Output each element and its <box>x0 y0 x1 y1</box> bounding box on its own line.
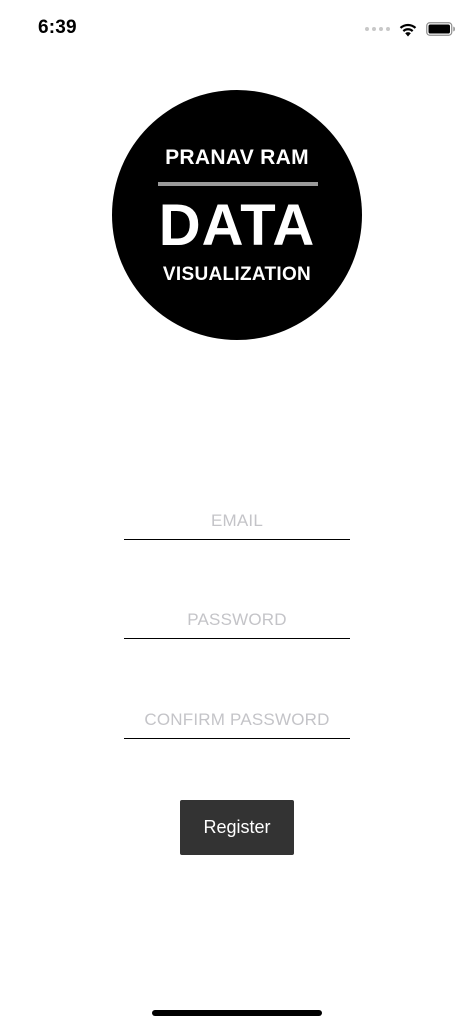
logo-title-bottom: VISUALIZATION <box>162 264 312 285</box>
wifi-icon <box>399 23 417 36</box>
confirm-password-field[interactable] <box>124 702 350 739</box>
status-time: 6:39 <box>38 17 77 38</box>
email-field[interactable] <box>124 503 350 540</box>
battery-icon <box>426 22 455 36</box>
logo-title-main: DATA <box>158 193 316 258</box>
logo-title-top: PRANAV RAM <box>165 146 309 169</box>
register-button[interactable]: Register <box>180 800 294 855</box>
logo-divider <box>158 182 318 186</box>
logo: PRANAV RAM DATA VISUALIZATION <box>112 90 362 340</box>
signal-dots-icon <box>365 27 390 31</box>
home-indicator[interactable] <box>152 1010 322 1016</box>
status-icons <box>365 20 456 38</box>
password-field[interactable] <box>124 602 350 639</box>
status-bar: 6:39 <box>0 0 474 58</box>
